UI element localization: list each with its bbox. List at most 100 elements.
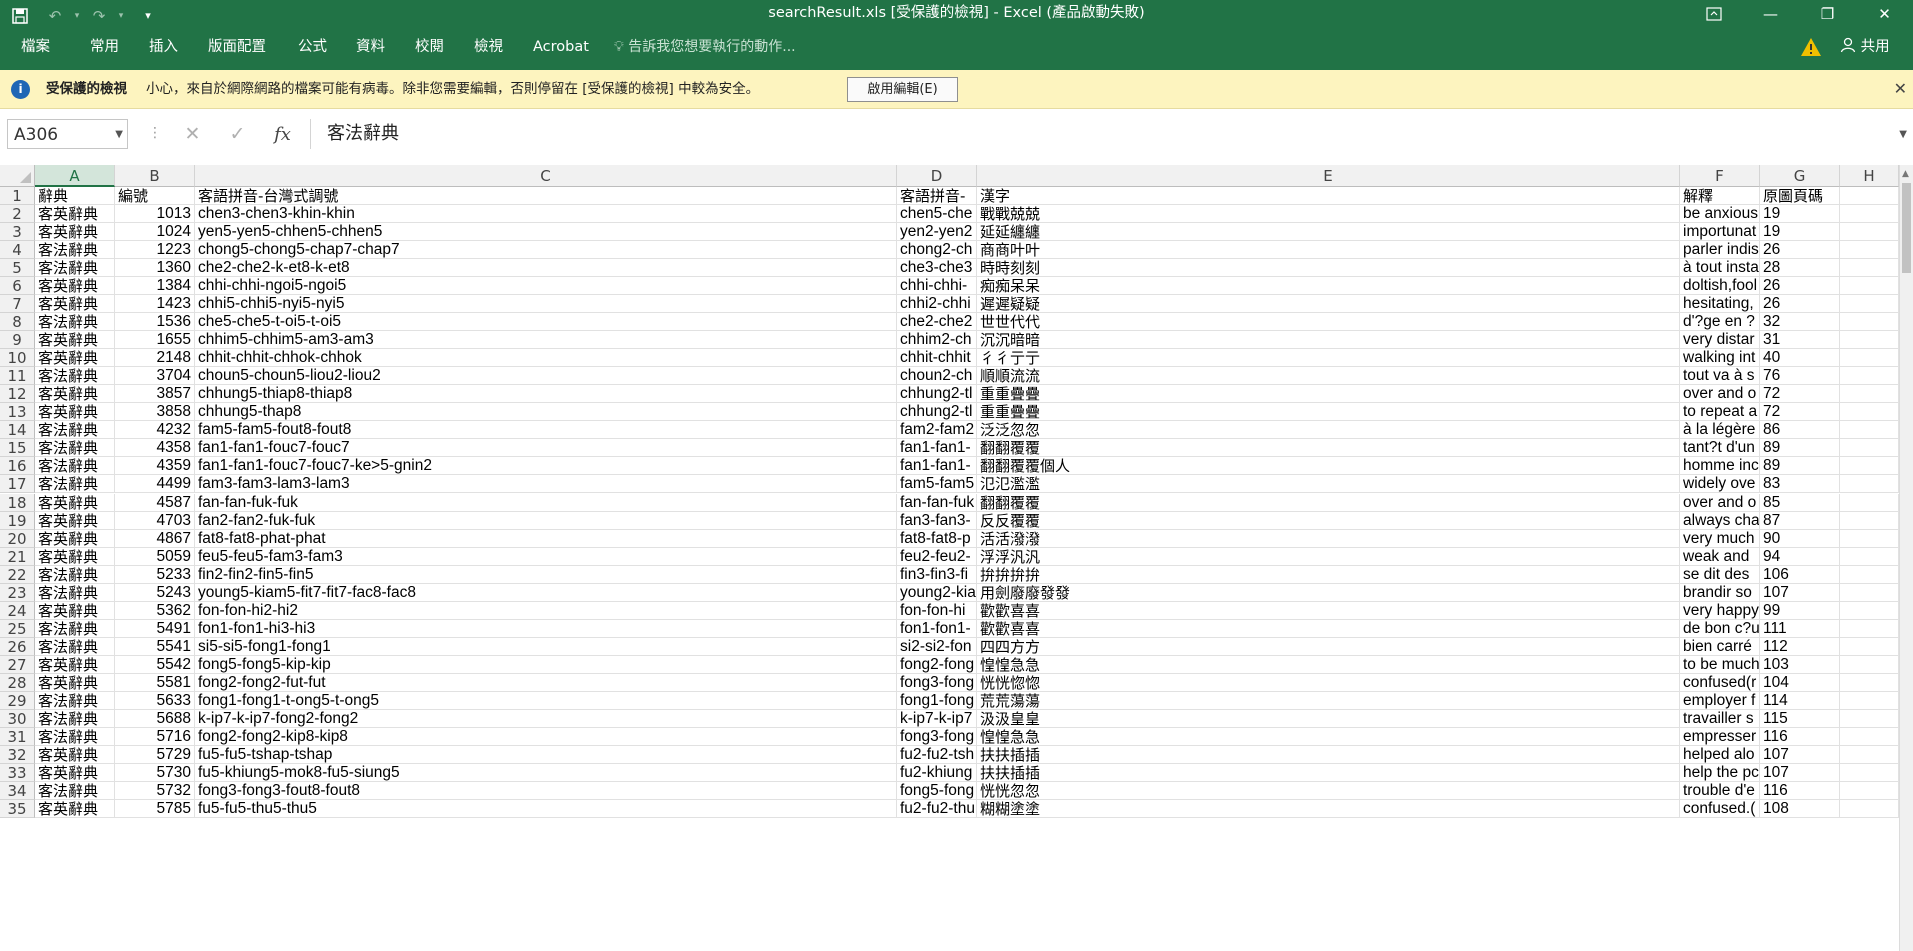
cell[interactable]: 5059 [115, 547, 195, 566]
expand-formula-bar-icon[interactable]: ▼ [1899, 129, 1907, 140]
cell[interactable]: 4867 [115, 529, 195, 548]
cell[interactable] [1840, 295, 1899, 314]
cell[interactable]: 客法辭典 [35, 259, 115, 278]
cell[interactable]: chhit-chhit-chhok-chhok [195, 349, 897, 368]
cell[interactable]: 85 [1760, 493, 1840, 512]
cell[interactable]: 反反覆覆 [977, 511, 1680, 530]
row-header[interactable]: 25 [0, 619, 35, 638]
row-header[interactable]: 7 [0, 295, 35, 314]
cell[interactable]: weak and [1680, 547, 1760, 566]
enter-check-icon[interactable]: ✓ [215, 123, 260, 145]
row-header[interactable]: 14 [0, 421, 35, 440]
cell[interactable]: 客法辭典 [35, 565, 115, 584]
close-icon[interactable]: ✕ [1856, 0, 1913, 27]
cell[interactable] [1840, 800, 1899, 819]
cell[interactable]: chhim5-chhim5-am3-am3 [195, 331, 897, 350]
cell[interactable]: doltish,fool [1680, 277, 1760, 296]
cell[interactable]: 5732 [115, 781, 195, 800]
cell[interactable]: young2-kia [897, 583, 977, 602]
cell[interactable]: fong5-fong [897, 781, 977, 800]
cell[interactable]: de bon c?u [1680, 619, 1760, 638]
cell[interactable]: travailler s [1680, 709, 1760, 728]
cell[interactable]: fan1-fan1-fouc7-fouc7 [195, 439, 897, 458]
cell[interactable]: 5541 [115, 637, 195, 656]
cell[interactable]: 83 [1760, 475, 1840, 494]
row-header[interactable]: 10 [0, 349, 35, 368]
cell[interactable]: 108 [1760, 800, 1840, 819]
cell[interactable]: fong3-fong3-fout8-fout8 [195, 781, 897, 800]
cell[interactable]: 26 [1760, 295, 1840, 314]
cell[interactable]: 1223 [115, 241, 195, 260]
formula-input[interactable]: 客法辭典 [310, 119, 1913, 149]
cell[interactable]: over and o [1680, 493, 1760, 512]
cell[interactable] [1840, 745, 1899, 764]
cell[interactable]: 彳彳亍亍 [977, 349, 1680, 368]
cell[interactable]: trouble d'e [1680, 781, 1760, 800]
cell[interactable]: 荒荒蕩蕩 [977, 691, 1680, 710]
cell[interactable]: 沉沉暗暗 [977, 331, 1680, 350]
cell[interactable] [1840, 277, 1899, 296]
row-header[interactable]: 5 [0, 259, 35, 278]
row-header[interactable]: 20 [0, 529, 35, 548]
cell[interactable]: 31 [1760, 331, 1840, 350]
close-message-icon[interactable]: ✕ [1894, 70, 1907, 108]
tab-acrobat[interactable]: Acrobat [533, 31, 589, 63]
row-header[interactable]: 19 [0, 511, 35, 530]
cell[interactable]: 糊糊塗塗 [977, 800, 1680, 819]
cell[interactable] [1840, 637, 1899, 656]
cell[interactable]: chong2-ch [897, 241, 977, 260]
undo-icon[interactable]: ↶ [40, 0, 70, 31]
cell[interactable]: helped alo [1680, 745, 1760, 764]
cell[interactable]: fong3-fong [897, 727, 977, 746]
cell[interactable]: 89 [1760, 457, 1840, 476]
cell[interactable] [1840, 529, 1899, 548]
cell[interactable]: homme inc [1680, 457, 1760, 476]
row-header[interactable]: 28 [0, 673, 35, 692]
customize-qat-icon[interactable]: ▾ [128, 0, 168, 31]
cell[interactable]: yen5-yen5-chhen5-chhen5 [195, 223, 897, 242]
cell[interactable]: 5688 [115, 709, 195, 728]
row-header[interactable]: 31 [0, 727, 35, 746]
cell[interactable]: 5729 [115, 745, 195, 764]
cell[interactable]: fong2-fong2-fut-fut [195, 673, 897, 692]
row-header[interactable]: 3 [0, 223, 35, 242]
column-header-c[interactable]: C [195, 165, 897, 187]
cell[interactable]: 重重疊疊 [977, 403, 1680, 422]
cell[interactable]: always cha [1680, 511, 1760, 530]
row-header[interactable]: 35 [0, 800, 35, 819]
row-header[interactable]: 30 [0, 709, 35, 728]
cell[interactable] [1840, 565, 1899, 584]
cell[interactable] [1840, 583, 1899, 602]
cell[interactable]: à la légère [1680, 421, 1760, 440]
cell[interactable]: chhi-chhi- [897, 277, 977, 296]
cell[interactable]: 商商叶叶 [977, 241, 1680, 260]
cell[interactable]: 戰戰兢兢 [977, 205, 1680, 224]
cell[interactable]: 編號 [115, 187, 195, 205]
cell[interactable]: 3857 [115, 385, 195, 404]
cell[interactable]: confused.( [1680, 800, 1760, 819]
cell[interactable]: 客英辭典 [35, 601, 115, 620]
cell[interactable]: brandir so [1680, 583, 1760, 602]
cell[interactable]: 3858 [115, 403, 195, 422]
row-header[interactable]: 9 [0, 331, 35, 350]
cell[interactable]: 汲汲皇皇 [977, 709, 1680, 728]
row-header[interactable]: 18 [0, 493, 35, 512]
cell[interactable]: yen2-yen2 [897, 223, 977, 242]
cell[interactable]: fu5-fu5-tshap-tshap [195, 745, 897, 764]
cell[interactable]: 客法辭典 [35, 709, 115, 728]
cell[interactable]: 86 [1760, 421, 1840, 440]
cell[interactable]: 客語拼音- [897, 187, 977, 205]
cell[interactable]: 19 [1760, 223, 1840, 242]
cell[interactable]: 1423 [115, 295, 195, 314]
cell[interactable]: 3704 [115, 367, 195, 386]
warning-icon[interactable] [1800, 37, 1822, 57]
cell[interactable]: che3-che3 [897, 259, 977, 278]
vertical-scrollbar[interactable]: ▲ [1899, 165, 1913, 951]
cell[interactable]: fan1-fan1-fouc7-fouc7-ke>5-gnin2 [195, 457, 897, 476]
cell[interactable] [1840, 709, 1899, 728]
column-header-e[interactable]: E [977, 165, 1680, 187]
cell[interactable]: 72 [1760, 385, 1840, 404]
cell[interactable]: 106 [1760, 565, 1840, 584]
restore-icon[interactable]: ❐ [1799, 0, 1856, 27]
tab-formulas[interactable]: 公式 [298, 31, 327, 63]
